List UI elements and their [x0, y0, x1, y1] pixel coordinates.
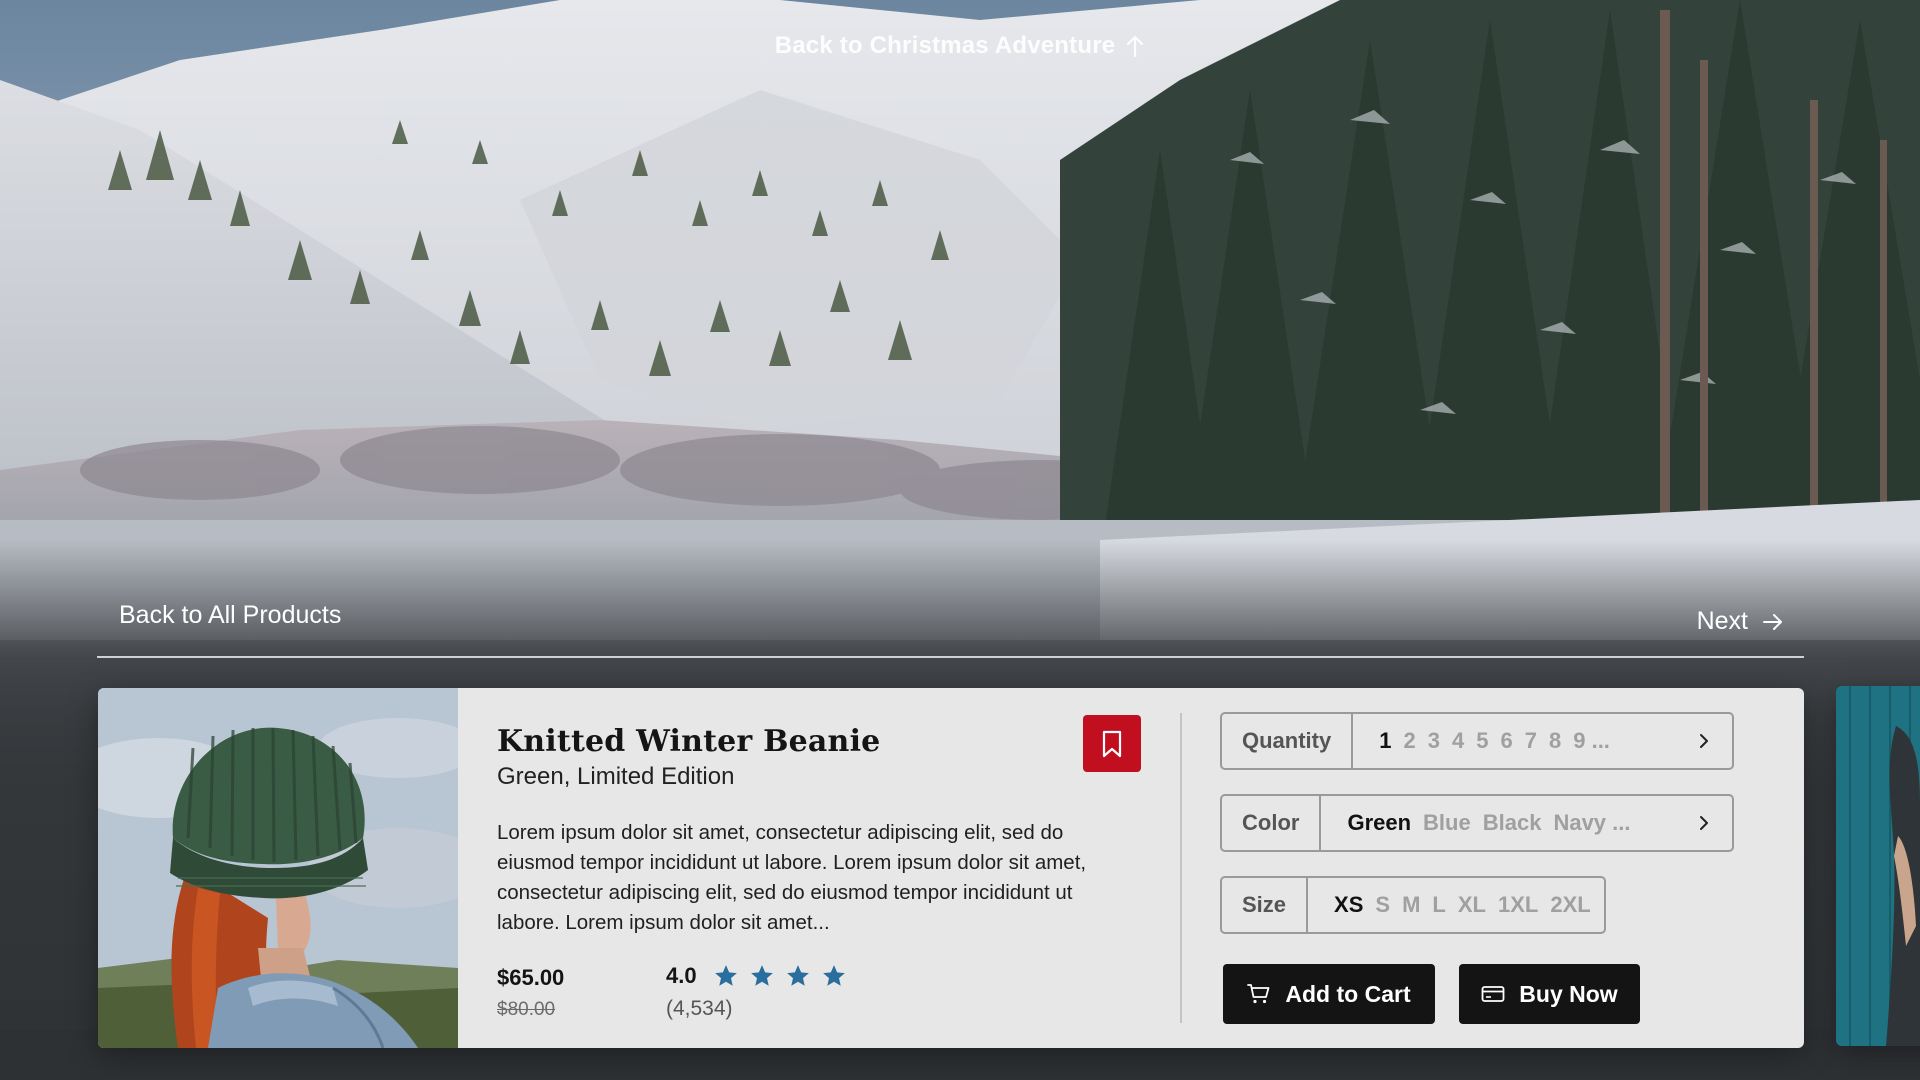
back-to-all-products-link[interactable]: Back to All Products	[119, 601, 341, 630]
color-option[interactable]: Green	[1347, 810, 1411, 836]
review-count: (4,534)	[666, 997, 733, 1020]
color-next-button[interactable]	[1676, 796, 1732, 850]
quantity-option[interactable]: 5	[1476, 728, 1488, 754]
star-icon	[750, 965, 773, 986]
chevron-right-icon	[1700, 816, 1708, 830]
color-option[interactable]: Navy ...	[1553, 810, 1630, 836]
quantity-option[interactable]: 9 ...	[1573, 728, 1610, 754]
current-price: $65.00	[497, 965, 565, 990]
product-image	[98, 688, 458, 1048]
next-label: Next	[1696, 607, 1748, 635]
quantity-option[interactable]: 6	[1500, 728, 1512, 754]
star-icon	[822, 965, 845, 986]
product-description: Lorem ipsum dolor sit amet, consectetur …	[497, 821, 1087, 934]
next-product-link[interactable]: Next	[1697, 607, 1784, 636]
size-option[interactable]: M	[1402, 892, 1420, 918]
add-to-cart-label: Add to Cart	[1285, 980, 1411, 1007]
quantity-option[interactable]: 1	[1379, 728, 1391, 754]
quantity-selector: Quantity 1 2 3 4 5 6 7 8 9 ...	[1220, 712, 1734, 770]
quantity-label: Quantity	[1222, 714, 1354, 768]
size-option[interactable]: 1XL	[1498, 892, 1538, 918]
color-label: Color	[1222, 796, 1322, 850]
size-option[interactable]: L	[1432, 892, 1445, 918]
size-options: XS S M L XL 1XL 2XL	[1308, 878, 1604, 932]
add-to-cart-button[interactable]: Add to Cart	[1223, 964, 1435, 1024]
buy-now-button[interactable]: Buy Now	[1459, 964, 1640, 1024]
quantity-options: 1 2 3 4 5 6 7 8 9 ...	[1353, 714, 1676, 768]
quantity-option[interactable]: 8	[1549, 728, 1561, 754]
rating-block: 4.0 (4,534)	[666, 963, 847, 1021]
star-icon	[714, 965, 737, 986]
size-option[interactable]: S	[1375, 892, 1390, 918]
color-option[interactable]: Blue	[1423, 810, 1471, 836]
quantity-option[interactable]: 4	[1452, 728, 1464, 754]
back-to-adventure-link[interactable]: Back to Christmas Adventure	[0, 32, 1920, 60]
buy-now-label: Buy Now	[1519, 980, 1618, 1007]
cart-icon	[1247, 984, 1270, 1004]
bookmark-button[interactable]	[1083, 715, 1141, 772]
arrow-up-icon	[1127, 35, 1144, 58]
quantity-option[interactable]: 7	[1525, 728, 1537, 754]
quantity-option[interactable]: 3	[1428, 728, 1440, 754]
bookmark-icon	[1102, 730, 1122, 757]
back-to-adventure-label: Back to Christmas Adventure	[774, 32, 1116, 59]
next-product-card-preview[interactable]	[1836, 686, 1920, 1046]
size-option[interactable]: XS	[1334, 892, 1363, 918]
star-icon	[786, 965, 809, 986]
product-subtitle: Green, Limited Edition	[497, 763, 735, 790]
size-selector: Size XS S M L XL 1XL 2XL	[1220, 876, 1606, 934]
product-nav-bar: Back to All Products Next	[97, 588, 1804, 658]
product-card: Knitted Winter Beanie Green, Limited Edi…	[98, 688, 1804, 1048]
credit-card-icon	[1481, 986, 1505, 1002]
quantity-next-button[interactable]	[1676, 714, 1732, 768]
size-option[interactable]: XL	[1458, 892, 1486, 918]
color-selector: Color Green Blue Black Navy ...	[1220, 794, 1734, 852]
rating-score: 4.0	[666, 963, 697, 988]
color-options: Green Blue Black Navy ...	[1321, 796, 1676, 850]
color-option[interactable]: Black	[1483, 810, 1542, 836]
card-divider	[1180, 713, 1182, 1023]
product-info: Knitted Winter Beanie Green, Limited Edi…	[497, 724, 1157, 791]
size-label: Size	[1222, 878, 1309, 932]
size-option[interactable]: 2XL	[1550, 892, 1590, 918]
arrow-right-icon	[1763, 613, 1782, 630]
quantity-option[interactable]: 2	[1403, 728, 1415, 754]
original-price: $80.00	[497, 999, 556, 1020]
chevron-right-icon	[1700, 734, 1708, 748]
product-title: Knitted Winter Beanie	[497, 724, 881, 759]
price-block: $65.00 $80.00	[497, 965, 564, 1021]
